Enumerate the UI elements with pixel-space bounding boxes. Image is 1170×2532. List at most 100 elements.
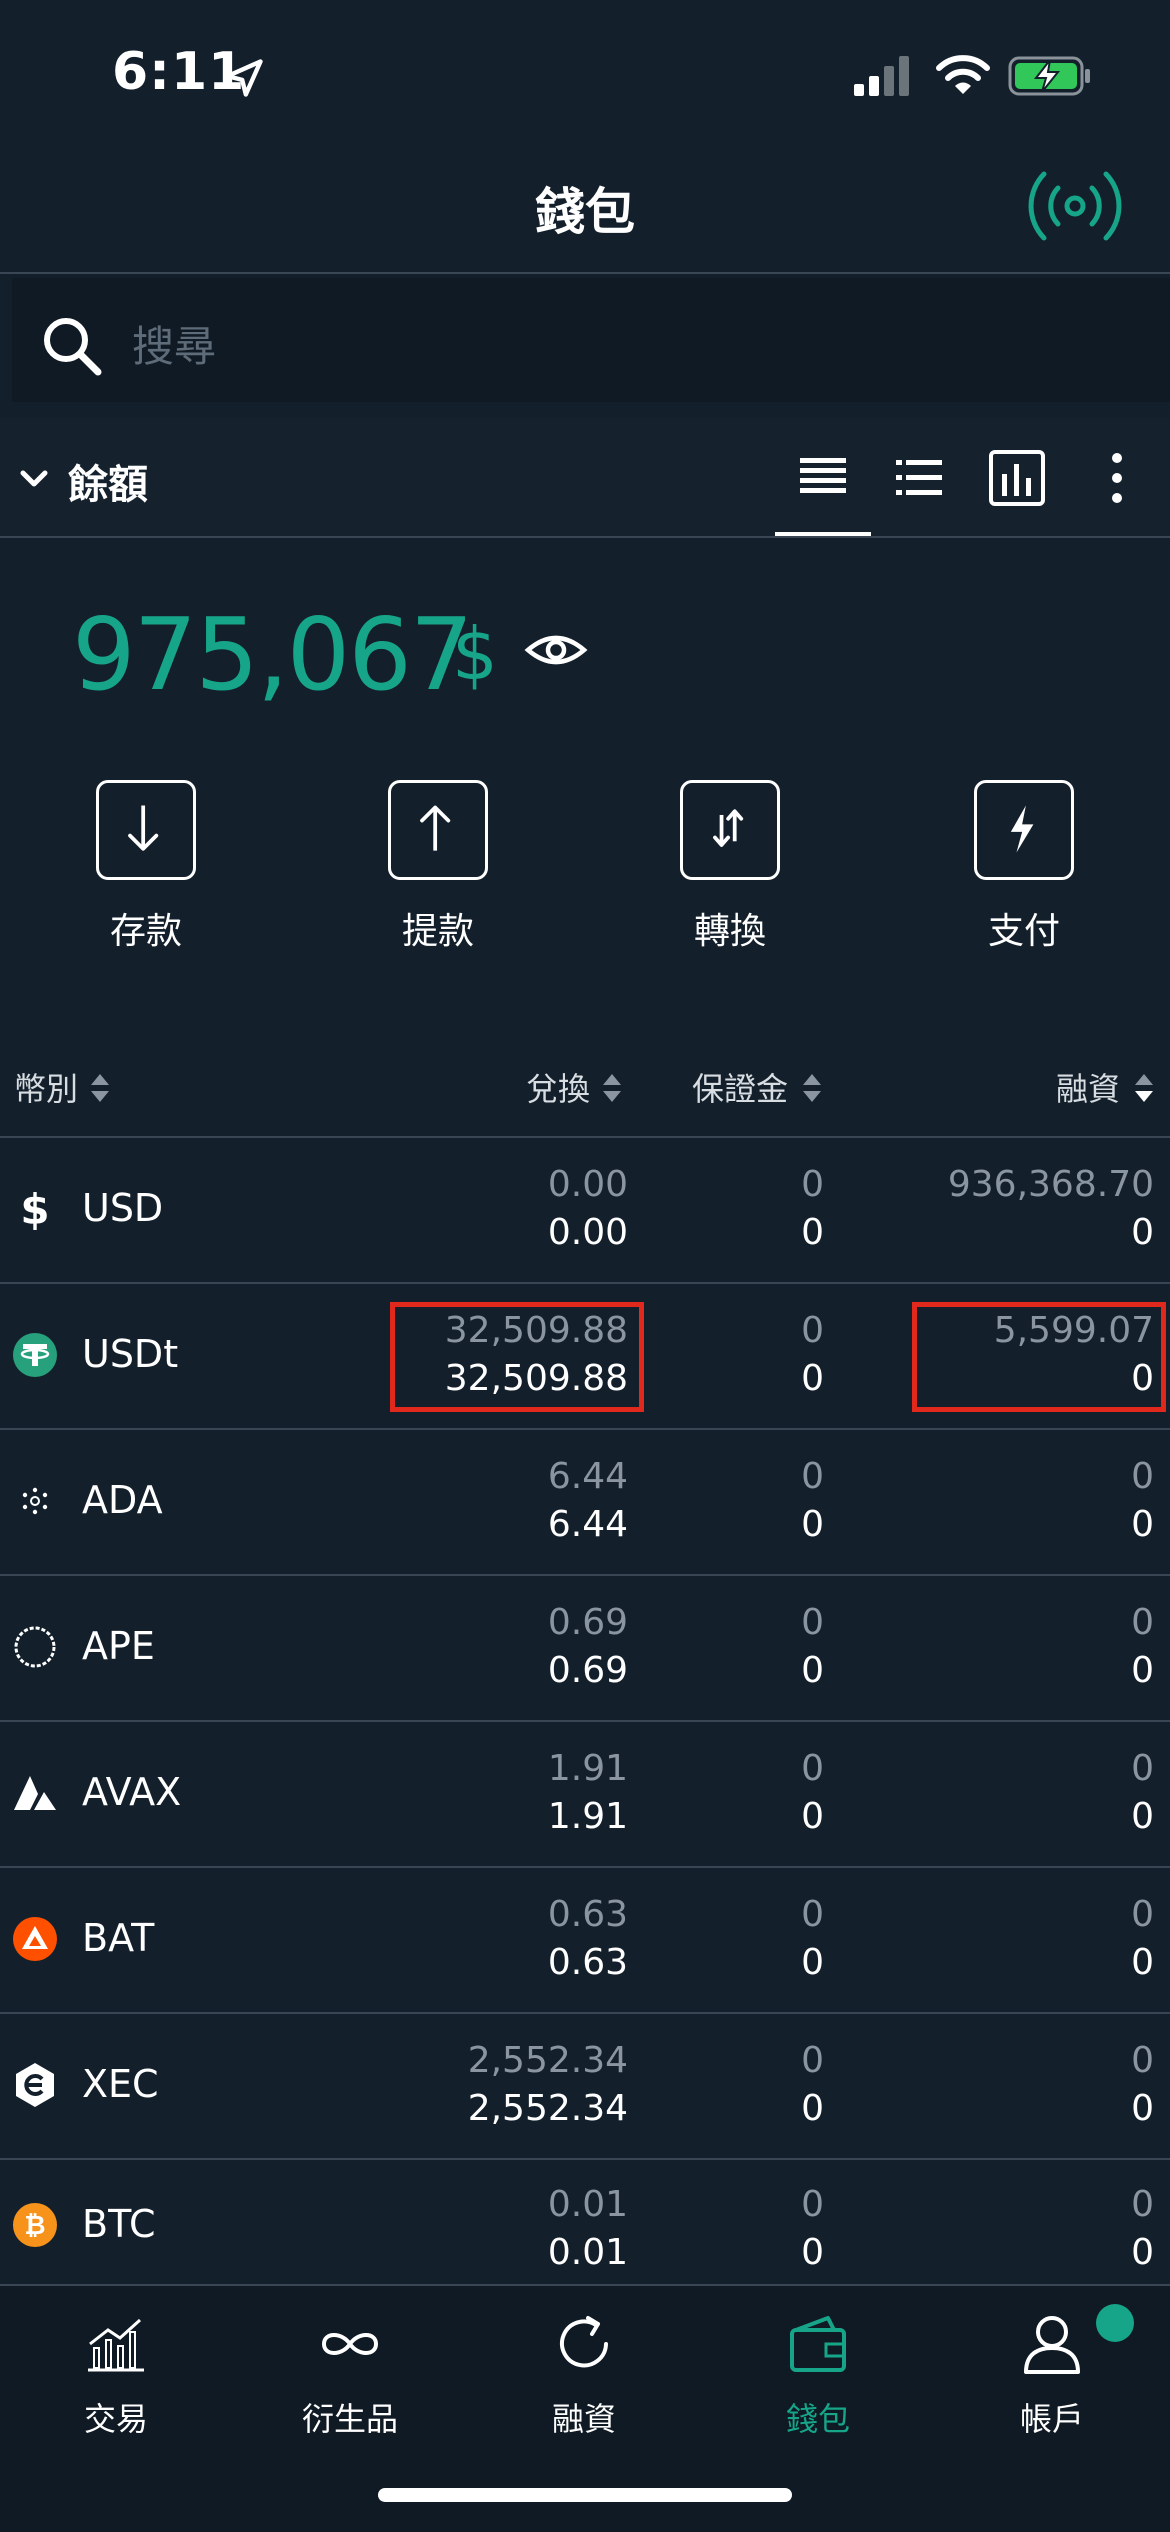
conversion-total: 6.44: [547, 1504, 628, 1545]
conversion-available: 6.44: [547, 1456, 628, 1497]
conversion-total: 0.01: [547, 2232, 628, 2273]
margin-total: 0: [801, 1212, 824, 1253]
wallet-icon: [790, 2316, 846, 2372]
withdraw-label: 提款: [401, 911, 474, 952]
financing-total: 0: [1131, 1358, 1154, 1399]
margin-available: 0: [801, 1894, 824, 1935]
bar-chart-view-icon[interactable]: [982, 446, 1052, 510]
margin-total: 0: [801, 2232, 824, 2273]
eye-icon[interactable]: [524, 618, 588, 682]
page-title: 錢包: [535, 183, 635, 241]
table-row[interactable]: [0, 2014, 1170, 2158]
sort-icon[interactable]: [802, 1072, 822, 1104]
svg-text:₿: ₿: [24, 2211, 45, 2241]
table-row[interactable]: [0, 1430, 1170, 1574]
apecoin-icon: [14, 1626, 56, 1668]
conversion-available: 32,509.88: [444, 1310, 628, 1351]
coin-name: BTC: [82, 2202, 156, 2246]
coin-name: USD: [82, 1186, 164, 1230]
broadcast-icon[interactable]: [1020, 164, 1130, 248]
margin-total: 0: [801, 1796, 824, 1837]
cardano-icon: [13, 1479, 57, 1523]
margin-total: 0: [801, 2088, 824, 2129]
nav-derivatives[interactable]: 衍生品: [260, 2298, 440, 2448]
convert-button[interactable]: [680, 780, 780, 880]
conversion-total: 2,552.34: [467, 2088, 628, 2129]
conversion-available: 2,552.34: [467, 2040, 628, 2081]
conversion-available: 1.91: [547, 1748, 628, 1789]
financing-available: 5,599.07: [993, 1310, 1154, 1351]
conversion-available: 0.69: [547, 1602, 628, 1643]
conversion-available: 0.63: [547, 1894, 628, 1935]
coin-name: APE: [82, 1624, 155, 1668]
financing-available: 0: [1131, 1602, 1154, 1643]
conversion-total: 0.63: [547, 1942, 628, 1983]
coin-name: AVAX: [82, 1770, 182, 1814]
conversion-total: 32,509.88: [444, 1358, 628, 1399]
nav-divider: [0, 2284, 1170, 2286]
more-options-icon[interactable]: [1082, 446, 1152, 510]
balance-label[interactable]: 餘額: [68, 452, 148, 510]
nav-wallet[interactable]: 錢包: [728, 2298, 908, 2448]
search-input[interactable]: [132, 306, 1032, 386]
detailed-list-view-icon[interactable]: [788, 446, 858, 510]
arrow-up-icon: [420, 805, 451, 851]
infinity-icon: [321, 2333, 379, 2355]
nav-trade-label: 交易: [83, 2400, 148, 2438]
list-view-icon[interactable]: [884, 446, 954, 510]
margin-total: 0: [801, 1942, 824, 1983]
margin-available: 0: [801, 2184, 824, 2225]
financing-available: 936,368.70: [947, 1164, 1154, 1205]
deposit-label: 存款: [109, 911, 182, 952]
margin-available: 0: [801, 1164, 824, 1205]
margin-available: 0: [801, 1310, 824, 1351]
chart-icon: [88, 2318, 144, 2372]
financing-total: 0: [1131, 1212, 1154, 1253]
financing-available: 0: [1131, 1894, 1154, 1935]
nav-derivatives-label: 衍生品: [301, 2400, 398, 2438]
arrow-down-icon: [128, 805, 159, 851]
pay-button[interactable]: [974, 780, 1074, 880]
total-balance: 975,067: [72, 596, 474, 713]
table-row[interactable]: [0, 1576, 1170, 1720]
bat-icon: [13, 1917, 57, 1961]
margin-total: 0: [801, 1358, 824, 1399]
financing-total: 0: [1131, 1942, 1154, 1983]
battery-charging-icon: [1008, 56, 1090, 96]
table-row[interactable]: [0, 1868, 1170, 2012]
header-conversion[interactable]: 兌換: [526, 1064, 590, 1110]
balance-divider: [0, 536, 1170, 538]
nav-wallet-label: 錢包: [785, 2400, 850, 2438]
header-margin[interactable]: 保證金: [692, 1064, 788, 1110]
financing-total: 0: [1131, 1796, 1154, 1837]
nav-account-label: 帳戶: [1019, 2400, 1084, 2438]
withdraw-button[interactable]: [388, 780, 488, 880]
margin-available: 0: [801, 1456, 824, 1497]
home-indicator: [378, 2488, 792, 2502]
chevron-down-icon[interactable]: [18, 464, 50, 494]
financing-available: 0: [1131, 2184, 1154, 2225]
nav-financing[interactable]: 融資: [494, 2298, 674, 2448]
notification-dot: [1096, 2304, 1134, 2342]
tether-icon: [13, 1333, 57, 1377]
coin-name: ADA: [82, 1478, 163, 1522]
ecash-icon: [16, 2063, 54, 2107]
header-divider: [0, 272, 1170, 274]
coin-name: XEC: [82, 2062, 159, 2106]
wifi-icon: [936, 55, 990, 94]
nav-trade[interactable]: 交易: [26, 2298, 206, 2448]
financing-available: 0: [1131, 1748, 1154, 1789]
sort-icon-active[interactable]: [1134, 1072, 1154, 1104]
lightning-icon: [1010, 805, 1034, 853]
table-row[interactable]: [0, 1138, 1170, 1282]
swap-icon: [713, 809, 744, 847]
header-financing[interactable]: 融資: [1056, 1064, 1120, 1110]
deposit-button[interactable]: [96, 780, 196, 880]
convert-label: 轉換: [693, 911, 766, 952]
sort-icon[interactable]: [90, 1072, 110, 1104]
conversion-total: 0.69: [547, 1650, 628, 1691]
margin-total: 0: [801, 1650, 824, 1691]
header-currency[interactable]: 幣別: [14, 1064, 78, 1110]
financing-total: 0: [1131, 2232, 1154, 2273]
sort-icon[interactable]: [602, 1072, 622, 1104]
